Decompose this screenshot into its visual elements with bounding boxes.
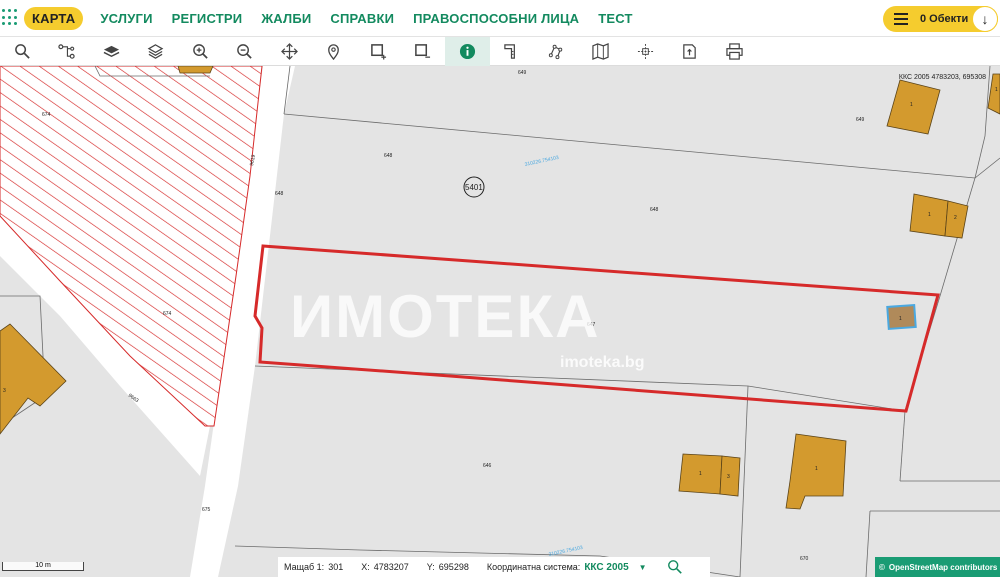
crosshair-coordinates-icon [637,43,653,59]
zoom-out-tool[interactable] [223,37,268,66]
nav-item-registers[interactable]: РЕГИСТРИ [172,11,243,26]
coordinate-search-icon[interactable] [667,559,683,575]
building-label: 1 [910,102,913,108]
measure-distance-icon [504,43,516,59]
info-tool[interactable] [445,36,490,66]
nav-item-reports[interactable]: СПРАВКИ [330,11,394,26]
parcel-number: 670 [800,556,809,562]
cadastral-id: 310226.754103 [524,155,559,168]
route-icon [58,43,75,59]
select-rectangle-add-icon [370,43,386,60]
selected-parcel[interactable] [253,244,940,413]
search-tool[interactable] [0,37,45,66]
map-canvas[interactable]: 649 674 9619 648 5401 648 649 648 647 64… [0,66,1000,577]
parcel-number: 674 [163,311,172,317]
select-rectangle-remove-icon [415,43,431,58]
measure-area-icon [548,44,563,59]
coordinates-tool[interactable] [623,37,668,66]
scale-label: Мащаб 1: [284,562,325,572]
parcel-number: 647 [587,322,596,328]
building-label: 3 [3,388,6,394]
parcel-number: 675 [202,507,211,513]
map-toolbar [0,36,1000,66]
export-icon [683,43,697,59]
menu-icon [894,13,908,25]
pan-icon [280,42,298,60]
parcel-number: 648 [275,191,284,197]
status-bar: Мащаб 1: 301 X: 4783207 Y: 695298 Коорди… [278,557,710,577]
objects-button[interactable]: 0 Обекти ↓ [883,6,998,32]
building-label: 1 [815,466,818,472]
scale-value[interactable]: 301 [328,562,343,572]
y-value: 695298 [438,562,469,572]
nav-item-complaints[interactable]: ЖАЛБИ [261,11,311,26]
x-label: X: [361,562,370,572]
parcel-number: 649 [518,70,527,76]
parcel-number: 674 [42,112,51,118]
objects-count-label: 0 Обекти [920,13,969,25]
layers-tool[interactable] [89,37,134,66]
pan-tool[interactable] [267,37,312,66]
y-label: Y: [426,562,435,572]
osm-attribution[interactable]: © OpenStreetMap contributors [875,557,1000,577]
print-icon [726,42,743,60]
cadastral-id: 310226.754103 [548,545,583,558]
scale-bar: 10 m [2,562,84,571]
parcel-number: 648 [650,207,659,213]
attribution-text: OpenStreetMap contributors [888,562,998,572]
x-value: 4783207 [373,562,409,572]
copyright-icon: © [879,562,885,572]
building [987,73,1000,115]
parcel-number: 648 [384,153,393,159]
building [886,79,941,135]
building [719,455,741,497]
location-pin-icon [328,43,340,60]
building [0,323,67,435]
info-icon [459,43,475,59]
select-remove-tool[interactable] [401,37,446,66]
layers-stack-tool[interactable] [134,37,179,66]
location-tool[interactable] [312,37,357,66]
nav-item-map[interactable]: КАРТА [24,6,84,30]
building-label: 1 [899,316,902,322]
coordinate-readout: ККС 2005 4783203, 695308 [898,74,986,81]
apps-grid-icon[interactable] [2,9,20,27]
zoom-out-icon [237,43,252,59]
building [177,66,214,74]
layers-stack-icon [147,43,164,59]
nav-item-services[interactable]: УСЛУГИ [100,11,152,26]
property-marker-label: 5401 [465,183,483,192]
building-label: 1 [699,471,702,477]
measure-area-tool[interactable] [534,37,579,66]
zoom-in-icon [192,43,208,59]
building-label: 3 [727,474,730,480]
zoom-in-tool[interactable] [178,37,223,66]
map-book-tool[interactable] [579,37,624,66]
route-tool[interactable] [45,37,90,66]
parcel-number: 649 [856,117,865,123]
building-label: 1 [928,212,931,218]
export-tool[interactable] [668,37,713,66]
measure-distance-tool[interactable] [490,37,535,66]
app-window: КАРТА УСЛУГИ РЕГИСТРИ ЖАЛБИ СПРАВКИ ПРАВ… [0,0,1000,577]
crs-select[interactable]: ККС 2005 [584,562,628,573]
parcel-number: 646 [483,463,492,469]
map-book-icon [592,42,609,60]
top-navigation: КАРТА УСЛУГИ РЕГИСТРИ ЖАЛБИ СПРАВКИ ПРАВ… [0,0,1000,37]
nav-item-legal-persons[interactable]: ПРАВОСПОСОБНИ ЛИЦА [413,11,579,26]
map-layer[interactable]: 649 674 9619 648 5401 648 649 648 647 64… [0,66,1000,577]
layers-icon [103,45,120,57]
crs-label: Координатна система: [486,562,581,572]
crs-dropdown-icon[interactable]: ▼ [639,563,647,572]
print-tool[interactable] [712,37,757,66]
arrow-down-icon[interactable]: ↓ [972,6,998,32]
building-label: 1 [995,87,998,93]
search-icon [14,43,30,59]
nav-item-test[interactable]: ТЕСТ [598,11,632,26]
select-add-tool[interactable] [356,37,401,66]
building-label: 2 [954,215,957,221]
